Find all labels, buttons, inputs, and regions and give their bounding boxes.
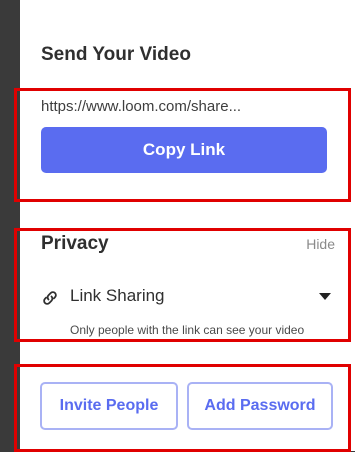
send-video-panel: Send Your Video https://www.loom.com/sha… — [14, 0, 355, 452]
copy-link-button[interactable]: Copy Link — [41, 127, 327, 173]
chevron-down-icon[interactable] — [319, 293, 331, 300]
invite-people-button[interactable]: Invite People — [40, 382, 178, 430]
share-url: https://www.loom.com/share... — [41, 98, 242, 115]
link-sharing-dropdown[interactable]: Link Sharing — [70, 286, 165, 306]
add-password-button[interactable]: Add Password — [187, 382, 333, 430]
link-icon — [43, 291, 57, 305]
privacy-heading: Privacy — [41, 233, 109, 254]
hide-privacy-link[interactable]: Hide — [306, 236, 335, 252]
sharing-description: Only people with the link can see your v… — [70, 323, 305, 337]
panel-title: Send Your Video — [41, 44, 191, 65]
